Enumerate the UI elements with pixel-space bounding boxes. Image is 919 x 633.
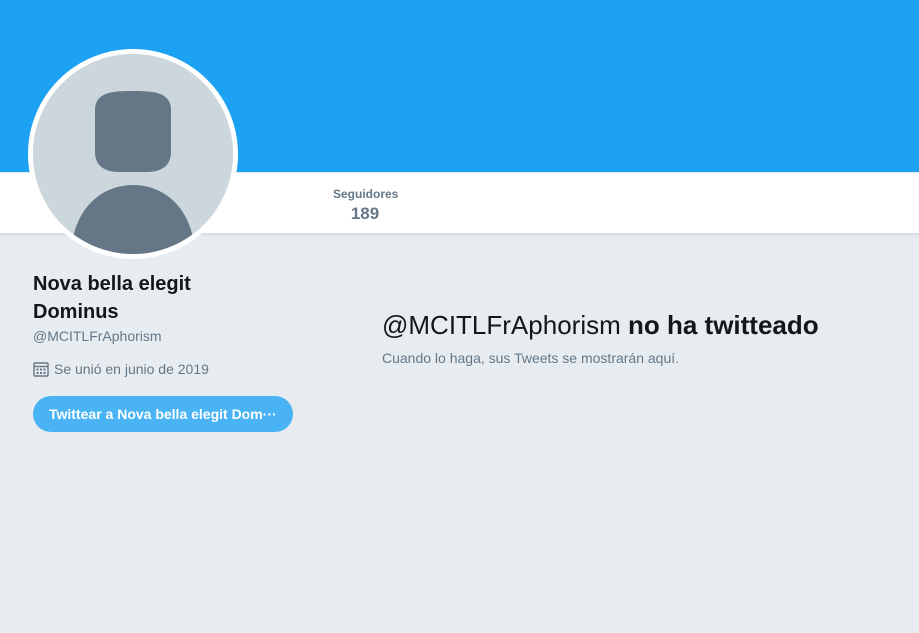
followers-label[interactable]: Seguidores [333,187,398,201]
empty-timeline: @MCITLFrAphorism no ha twitteado Cuando … [382,309,819,367]
followers-stat[interactable]: Seguidores 189 [333,187,398,225]
profile-fullname[interactable]: Nova bella elegit Dominus [33,270,303,326]
empty-timeline-title-rest: no ha twitteado [627,310,819,340]
profile-card: Nova bella elegit Dominus @MCITLFrAphori… [33,270,303,432]
profile-screen-name[interactable]: @MCITLFrAphorism [33,327,303,345]
profile-name-line2[interactable]: Dominus [33,298,303,326]
empty-timeline-handle: @MCITLFrAphorism [382,310,621,340]
join-date-text: Se unió en junio de 2019 [54,361,209,377]
default-avatar-icon [33,54,233,254]
calendar-icon [33,362,49,377]
join-date: Se unió en junio de 2019 [33,360,303,378]
profile-name-line1[interactable]: Nova bella elegit [33,270,303,298]
followers-count[interactable]: 189 [333,203,397,225]
empty-timeline-subtitle: Cuando lo haga, sus Tweets se mostrarán … [382,350,680,366]
avatar[interactable] [28,49,238,259]
tweet-to-button[interactable]: Twittear a Nova bella elegit Dom··· [33,396,293,432]
empty-timeline-title: @MCITLFrAphorism no ha twitteado [382,309,819,341]
